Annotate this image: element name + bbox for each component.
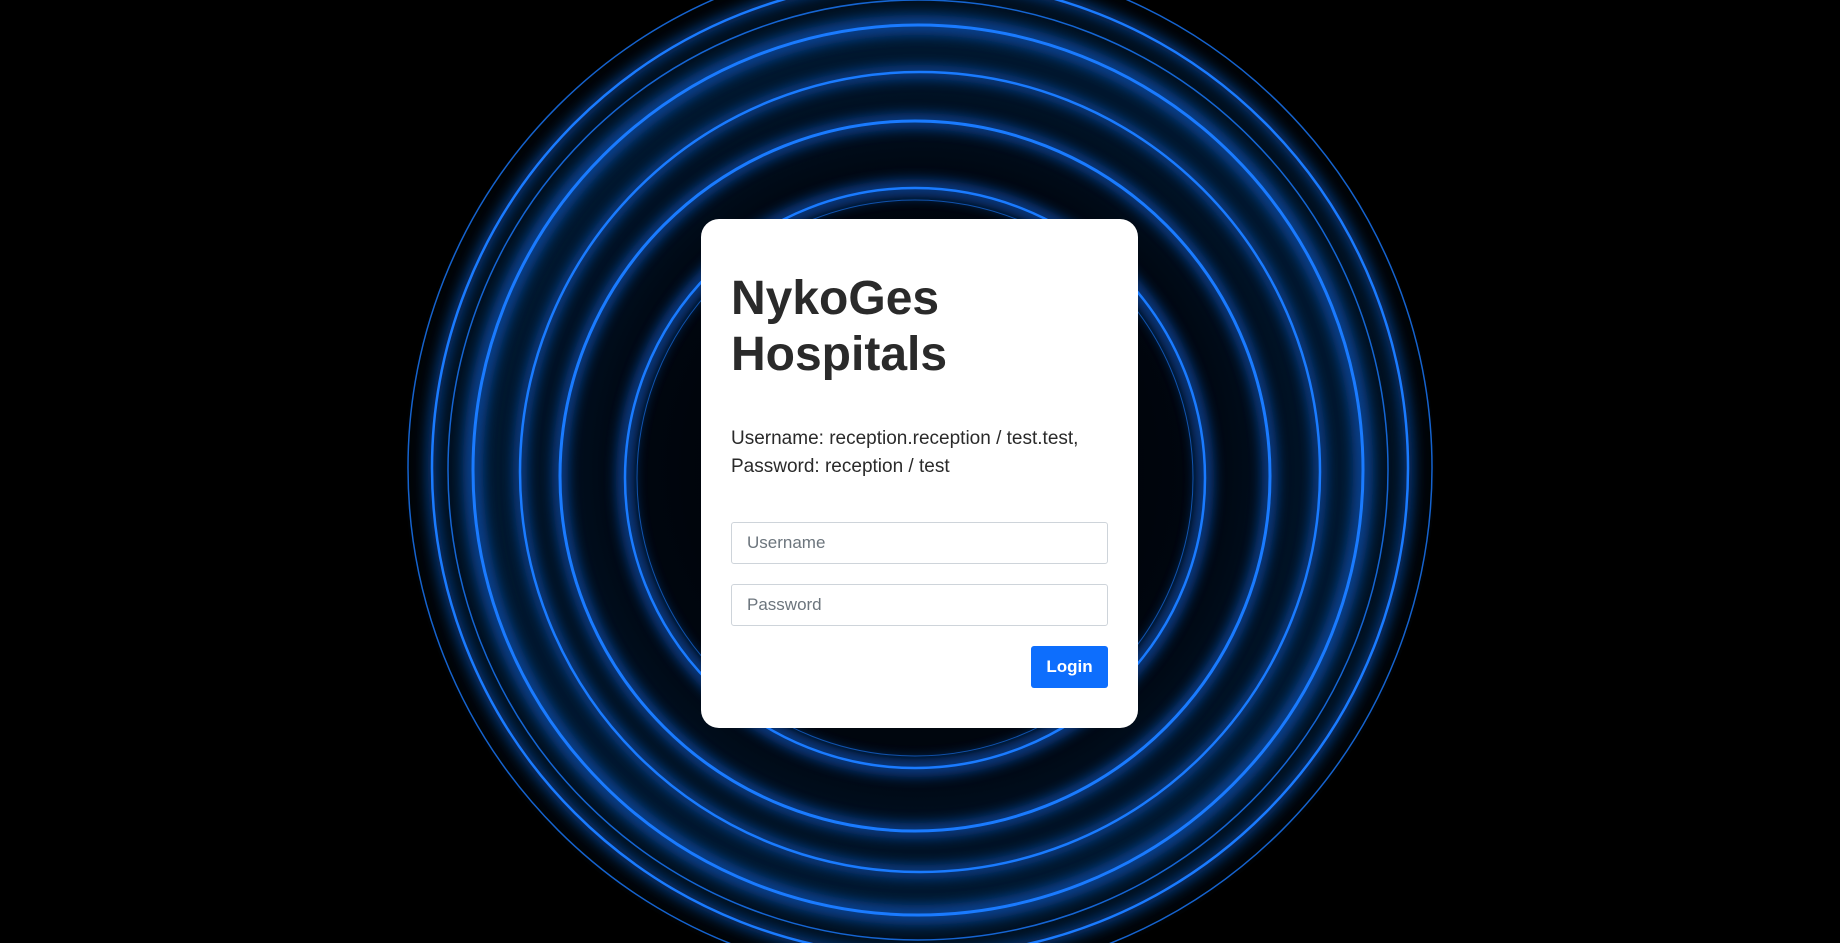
credentials-hint: Username: reception.reception / test.tes… [731, 425, 1121, 481]
title-line-2: Hospitals [731, 328, 948, 381]
login-button[interactable]: Login [1031, 646, 1108, 688]
password-input[interactable] [731, 584, 1108, 626]
title-line-1: NykoGes [731, 272, 940, 325]
page-title: NykoGes Hospitals [731, 271, 1091, 383]
credentials-password-line: Password: reception / test [731, 456, 950, 477]
login-card: NykoGes Hospitals Username: reception.re… [701, 219, 1138, 728]
username-input[interactable] [731, 522, 1108, 564]
credentials-username-line: Username: reception.reception / test.tes… [731, 428, 1079, 449]
